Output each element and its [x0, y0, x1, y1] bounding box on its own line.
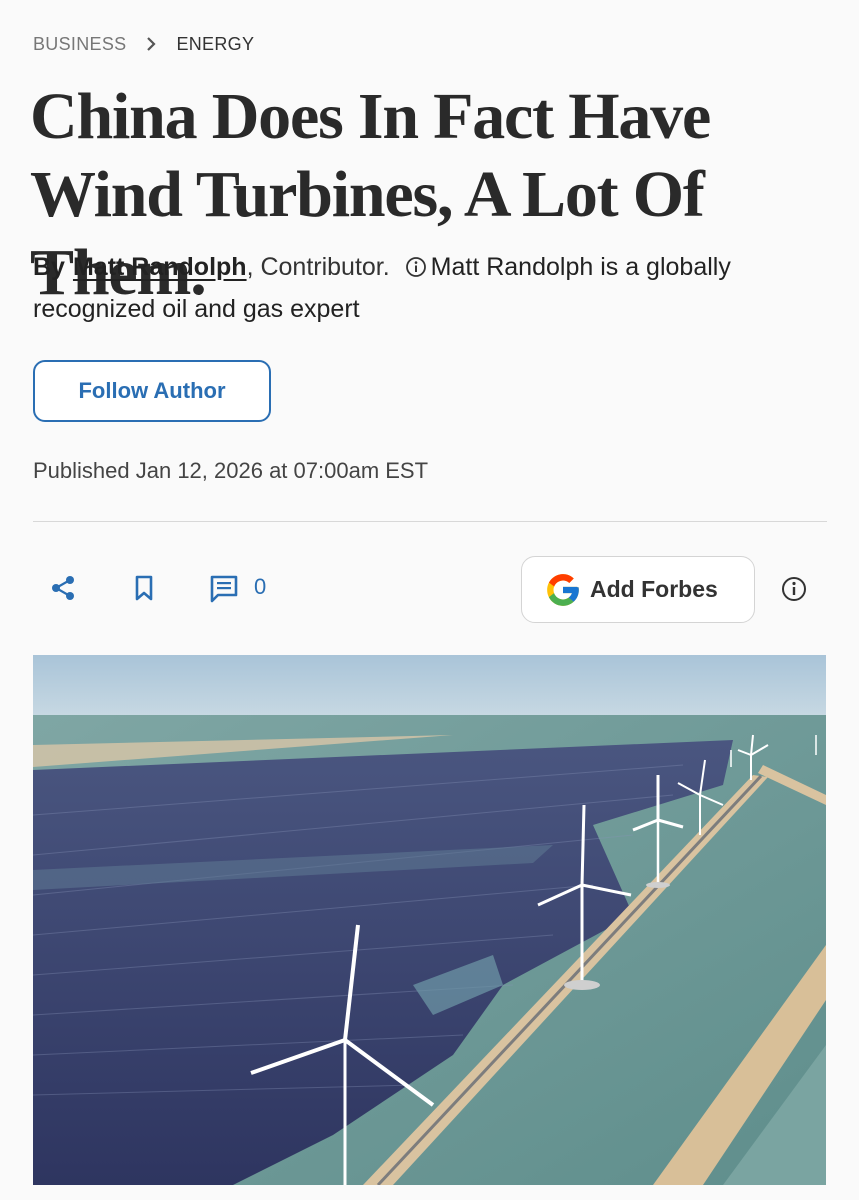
breadcrumb: BUSINESS ENERGY: [33, 33, 254, 55]
add-forbes-button[interactable]: Add Forbes: [521, 556, 755, 623]
by-label: By: [33, 253, 65, 281]
chevron-right-icon: [140, 33, 162, 55]
hero-image: [33, 655, 826, 1185]
author-role: , Contributor.: [246, 253, 390, 281]
author-link[interactable]: Matt Randolph: [73, 253, 247, 281]
info-icon[interactable]: [405, 249, 427, 277]
share-icon[interactable]: [45, 570, 81, 606]
info-icon[interactable]: [776, 571, 812, 607]
breadcrumb-energy[interactable]: ENERGY: [176, 34, 254, 55]
bookmark-icon[interactable]: [126, 570, 162, 606]
comment-count[interactable]: 0: [254, 574, 266, 600]
google-logo-icon: [544, 571, 582, 609]
published-date: Published Jan 12, 2026 at 07:00am EST: [33, 458, 429, 483]
follow-author-button[interactable]: Follow Author: [33, 360, 271, 422]
add-forbes-label: Add Forbes: [590, 576, 718, 602]
byline: By Matt Randolph, Contributor. Matt Rando…: [33, 246, 753, 330]
comment-icon[interactable]: [206, 570, 242, 606]
divider: [33, 521, 827, 522]
breadcrumb-business[interactable]: BUSINESS: [33, 34, 126, 55]
